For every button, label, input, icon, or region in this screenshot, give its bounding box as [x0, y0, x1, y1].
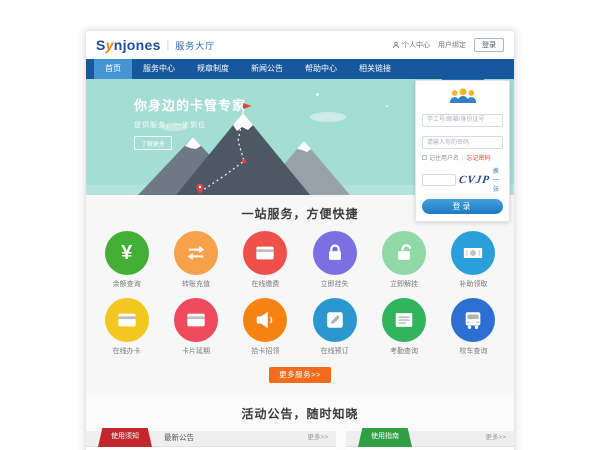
- personal-center-link[interactable]: 个人中心: [392, 40, 430, 50]
- captcha-refresh-link[interactable]: 换一张: [493, 166, 503, 193]
- card-icon: [243, 231, 287, 275]
- service-label: 立即解挂: [369, 279, 438, 289]
- main-nav: 首页 服务中心 规章制度 新闻公告 帮助中心 相关链接: [86, 59, 514, 79]
- service-label: 在线办卡: [92, 346, 161, 356]
- service-item-subsidy[interactable]: 补助领取: [439, 231, 508, 289]
- hero-cta-button[interactable]: 了解更多: [134, 136, 172, 150]
- lock-icon: [313, 231, 357, 275]
- page-container: Synjones | 服务大厅 个人中心 用户绑定 登录 首页 服务中心 规章制…: [85, 30, 515, 450]
- remember-divider: |: [462, 155, 464, 161]
- left-announcement-panel: 使用须知 最新公告 更多>>: [86, 431, 336, 450]
- nav-item-help[interactable]: 帮助中心: [294, 59, 348, 79]
- announcement-panels: 使用须知 最新公告 更多>> 使用指南 更多>>: [86, 431, 514, 450]
- remember-checkbox[interactable]: [422, 155, 427, 160]
- login-card: 记住用户名 | 忘记密码 CVJP 换一张 登录: [415, 80, 510, 222]
- banknote-icon: [451, 231, 495, 275]
- password-input[interactable]: [422, 136, 503, 149]
- logo-y: y: [106, 37, 114, 53]
- nav-item-home[interactable]: 首页: [94, 59, 132, 79]
- person-icon: [392, 41, 400, 49]
- login-submit-button[interactable]: 登录: [422, 199, 503, 214]
- forgot-password-link[interactable]: 忘记密码: [467, 153, 491, 162]
- hero-banner: 你身边的卡管专家 提供服务，一步到位 了解更多 登录: [86, 79, 514, 195]
- right-announcement-panel: 使用指南 更多>>: [346, 431, 514, 450]
- bus-icon: [451, 298, 495, 342]
- username-input[interactable]: [422, 114, 503, 127]
- service-item-report-loss[interactable]: 立即挂失: [300, 231, 369, 289]
- hero-title: 你身边的卡管专家: [134, 95, 246, 114]
- service-label: 余额查询: [92, 279, 161, 289]
- left-more-link[interactable]: 更多>>: [307, 430, 336, 446]
- left-tabbar: 使用须知 最新公告 更多>>: [86, 431, 336, 447]
- services-section: 一站服务，方便快捷 ¥ 余额查询 转账充值 在线缴费: [86, 195, 514, 395]
- tab-user-guide[interactable]: 使用指南: [358, 428, 412, 447]
- user-binding-link[interactable]: 用户绑定: [438, 40, 466, 50]
- service-item-school-bus[interactable]: 校车查询: [439, 298, 508, 356]
- user-binding-label: 用户绑定: [438, 40, 466, 50]
- list-icon: [382, 298, 426, 342]
- service-item-apply-card[interactable]: 在线办卡: [92, 298, 161, 356]
- announcements-heading: 活动公告，随时知晓: [86, 405, 514, 422]
- card-icon: [174, 298, 218, 342]
- remember-row: 记住用户名 | 忘记密码: [422, 153, 503, 162]
- services-grid: ¥ 余额查询 转账充值 在线缴费 立即挂失: [92, 231, 508, 356]
- site-name: 服务大厅: [175, 39, 215, 52]
- service-item-card-extension[interactable]: 卡片延期: [161, 298, 230, 356]
- nav-item-news[interactable]: 新闻公告: [240, 59, 294, 79]
- top-header: Synjones | 服务大厅 个人中心 用户绑定 登录: [86, 31, 514, 59]
- logo-s: S: [96, 37, 106, 53]
- service-label: 校车查询: [439, 346, 508, 356]
- tab-usage-notes[interactable]: 使用须知: [98, 428, 152, 447]
- transfer-icon: [174, 231, 218, 275]
- service-label: 拾卡招领: [231, 346, 300, 356]
- service-label: 在线缴费: [231, 279, 300, 289]
- service-label: 补助领取: [439, 279, 508, 289]
- logo-rest: njones: [114, 37, 161, 53]
- megaphone-icon: [243, 298, 287, 342]
- header-login-button[interactable]: 登录: [474, 38, 504, 52]
- service-item-unfreeze[interactable]: 立即解挂: [369, 231, 438, 289]
- unlock-icon: [382, 231, 426, 275]
- nav-item-service-center[interactable]: 服务中心: [132, 59, 186, 79]
- personal-center-label: 个人中心: [402, 40, 430, 50]
- service-label: 立即挂失: [300, 279, 369, 289]
- service-item-found-card[interactable]: 拾卡招领: [231, 298, 300, 356]
- hero-subtitle: 提供服务，一步到位: [134, 120, 246, 130]
- service-label: 转账充值: [161, 279, 230, 289]
- sparkle-dot: [316, 93, 319, 96]
- captcha-image: CVJP: [458, 174, 491, 186]
- service-item-transfer[interactable]: 转账充值: [161, 231, 230, 289]
- service-item-attendance[interactable]: 考勤查询: [369, 298, 438, 356]
- right-more-link[interactable]: 更多>>: [485, 430, 514, 446]
- more-services-button[interactable]: 更多服务>>: [269, 367, 331, 383]
- edit-icon: [313, 298, 357, 342]
- service-label: 在线预订: [300, 346, 369, 356]
- service-item-pay[interactable]: 在线缴费: [231, 231, 300, 289]
- service-label: 卡片延期: [161, 346, 230, 356]
- yuan-icon: ¥: [105, 231, 149, 275]
- announcements-section: 活动公告，随时知晓 使用须知 最新公告 更多>> 使用指南 更多>>: [86, 395, 514, 450]
- card-icon: [105, 298, 149, 342]
- service-label: 考勤查询: [369, 346, 438, 356]
- header-user-area: 个人中心 用户绑定 登录: [392, 38, 504, 52]
- login-panel: 登录 记住用户名 | 忘记密码 CVJP 换一张: [415, 69, 510, 222]
- captcha-input[interactable]: [422, 174, 456, 186]
- service-item-balance[interactable]: ¥ 余额查询: [92, 231, 161, 289]
- remember-label: 记住用户名: [429, 153, 459, 162]
- logo-divider: |: [167, 40, 170, 51]
- sparkle-dot: [386, 105, 388, 107]
- logo: Synjones: [96, 37, 161, 53]
- right-tabbar: 使用指南 更多>>: [346, 431, 514, 447]
- tab-latest-announcements[interactable]: 最新公告: [152, 430, 206, 446]
- users-icon: [448, 87, 478, 104]
- nav-item-links[interactable]: 相关链接: [348, 59, 402, 79]
- service-item-online-booking[interactable]: 在线预订: [300, 298, 369, 356]
- captcha-row: CVJP 换一张: [422, 166, 503, 193]
- nav-item-rules[interactable]: 规章制度: [186, 59, 240, 79]
- hero-copy: 你身边的卡管专家 提供服务，一步到位 了解更多: [134, 95, 246, 151]
